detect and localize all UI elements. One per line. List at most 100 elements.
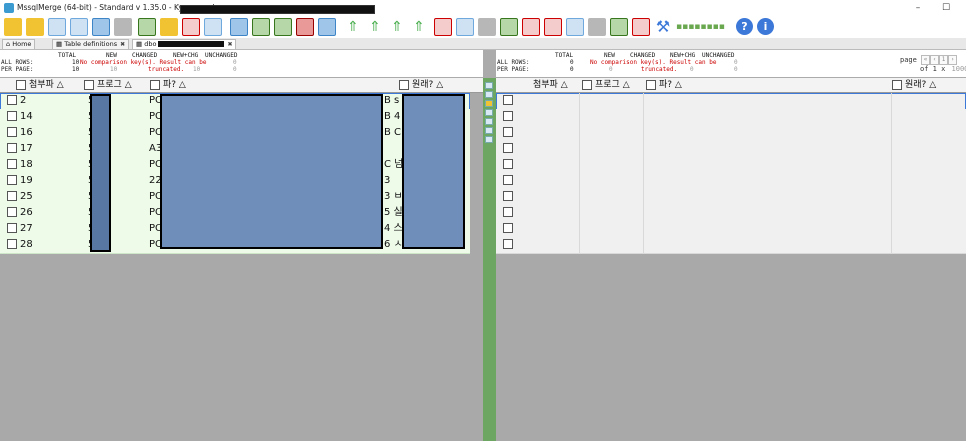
row-select-cell[interactable]: 16 bbox=[7, 125, 33, 141]
row-checkbox[interactable] bbox=[503, 223, 513, 233]
tab-home[interactable]: ⌂ Home bbox=[2, 39, 36, 49]
left-col-header-2[interactable]: 파? △ bbox=[150, 78, 186, 92]
table-row[interactable] bbox=[496, 173, 966, 190]
right-col-header-2[interactable]: 파? △ bbox=[646, 78, 682, 92]
grid-view-icon[interactable] bbox=[230, 18, 248, 36]
left-col-header-0[interactable]: 첨부파 △ bbox=[16, 78, 64, 92]
delete-right-icon[interactable] bbox=[632, 18, 650, 36]
row-select-cell[interactable]: 28 bbox=[7, 237, 33, 253]
row-select-cell[interactable]: 18 bbox=[7, 157, 33, 173]
row-checkbox[interactable] bbox=[503, 207, 513, 217]
row-select-cell[interactable] bbox=[503, 221, 516, 237]
row-checkbox[interactable] bbox=[503, 239, 513, 249]
open-compare-folder-icon[interactable] bbox=[26, 18, 44, 36]
table-row[interactable] bbox=[496, 93, 966, 110]
copy-doc-icon[interactable] bbox=[48, 18, 66, 36]
table-row[interactable] bbox=[496, 157, 966, 174]
header-checkbox[interactable] bbox=[892, 79, 902, 90]
table-row[interactable] bbox=[496, 141, 966, 158]
options-small-icon[interactable] bbox=[485, 127, 493, 134]
report-icon[interactable] bbox=[434, 18, 452, 36]
page-number-input[interactable]: 1 bbox=[939, 55, 949, 65]
grid-changed-icon[interactable] bbox=[274, 18, 292, 36]
page-icon[interactable] bbox=[456, 18, 474, 36]
header-checkbox[interactable] bbox=[150, 79, 160, 90]
row-select-cell[interactable] bbox=[503, 157, 516, 173]
row-checkbox[interactable] bbox=[503, 191, 513, 201]
row-checkbox[interactable] bbox=[7, 159, 17, 169]
row-select-cell[interactable] bbox=[503, 125, 516, 141]
grid-deleted-icon[interactable] bbox=[296, 18, 314, 36]
header-checkbox[interactable] bbox=[16, 79, 26, 90]
page-size-input[interactable]: 10000 bbox=[952, 65, 966, 73]
filter-small-icon[interactable] bbox=[485, 136, 493, 143]
row-select-cell[interactable] bbox=[503, 173, 516, 189]
right-col-header-3[interactable]: 원래? △ bbox=[892, 78, 936, 92]
row-select-cell[interactable]: 27 bbox=[7, 221, 33, 237]
table-row[interactable] bbox=[496, 221, 966, 238]
help-icon[interactable]: ? bbox=[736, 18, 753, 35]
row-checkbox[interactable] bbox=[7, 191, 17, 201]
sql-run-icon[interactable] bbox=[182, 18, 200, 36]
grid-small-icon[interactable] bbox=[485, 109, 493, 116]
header-checkbox[interactable] bbox=[646, 79, 656, 90]
copy-right-icon[interactable] bbox=[485, 91, 493, 98]
row-select-cell[interactable] bbox=[503, 141, 516, 157]
tab-table-definitions[interactable]: ▦ Table definitions ✖ bbox=[52, 39, 130, 49]
right-col-header-1[interactable]: 프로그 △ bbox=[582, 78, 630, 92]
row-checkbox[interactable] bbox=[503, 175, 513, 185]
text-small-icon[interactable] bbox=[485, 118, 493, 125]
tab-dbo[interactable]: ▦ dbo ✖ bbox=[132, 39, 237, 49]
report-left-icon[interactable] bbox=[544, 18, 562, 36]
header-checkbox[interactable] bbox=[399, 79, 409, 90]
settings-tools-icon[interactable]: ⚒ bbox=[654, 18, 672, 36]
row-select-cell[interactable] bbox=[503, 93, 516, 109]
grid-new-icon[interactable] bbox=[252, 18, 270, 36]
row-checkbox[interactable] bbox=[7, 239, 17, 249]
delete-icon[interactable] bbox=[522, 18, 540, 36]
next-page-button[interactable]: › bbox=[948, 55, 958, 65]
merge-right-icon[interactable]: ⇑ bbox=[366, 18, 384, 36]
sync-right-icon[interactable] bbox=[610, 18, 628, 36]
row-select-cell[interactable] bbox=[503, 109, 516, 125]
row-checkbox[interactable] bbox=[7, 127, 17, 137]
row-select-cell[interactable] bbox=[503, 189, 516, 205]
page-right-icon[interactable] bbox=[566, 18, 584, 36]
row-checkbox[interactable] bbox=[7, 143, 17, 153]
row-select-cell[interactable] bbox=[503, 237, 516, 253]
binoculars-icon[interactable] bbox=[114, 18, 132, 36]
close-icon[interactable]: ✖ bbox=[120, 41, 125, 48]
row-select-cell[interactable]: 2 bbox=[7, 93, 26, 109]
header-checkbox[interactable] bbox=[582, 79, 592, 90]
merge-up-icon[interactable]: ⇑ bbox=[344, 18, 362, 36]
column-options-icon[interactable]: ▪▪▪▪▪▪▪▪ bbox=[676, 18, 736, 36]
grid-all-icon[interactable] bbox=[318, 18, 336, 36]
save-right-icon[interactable] bbox=[588, 18, 606, 36]
table-row[interactable] bbox=[496, 205, 966, 222]
minimize-button[interactable]: – bbox=[906, 1, 930, 15]
row-checkbox[interactable] bbox=[503, 143, 513, 153]
table-doc-icon[interactable] bbox=[70, 18, 88, 36]
table-row[interactable] bbox=[496, 189, 966, 206]
header-checkbox[interactable] bbox=[84, 79, 94, 90]
row-select-cell[interactable]: 19 bbox=[7, 173, 33, 189]
maximize-button[interactable]: ☐ bbox=[934, 1, 958, 15]
sync-icon[interactable] bbox=[500, 18, 518, 36]
close-icon[interactable]: ✖ bbox=[227, 41, 232, 48]
table-row[interactable] bbox=[496, 109, 966, 126]
row-select-cell[interactable]: 14 bbox=[7, 109, 33, 125]
row-checkbox[interactable] bbox=[7, 223, 17, 233]
table-row[interactable] bbox=[496, 125, 966, 142]
row-checkbox[interactable] bbox=[503, 95, 513, 105]
row-checkbox[interactable] bbox=[7, 207, 17, 217]
row-checkbox[interactable] bbox=[7, 95, 17, 105]
table-row[interactable] bbox=[496, 237, 966, 254]
row-checkbox[interactable] bbox=[503, 127, 513, 137]
save-icon[interactable] bbox=[478, 18, 496, 36]
row-checkbox[interactable] bbox=[503, 111, 513, 121]
folder-small-icon[interactable] bbox=[485, 100, 493, 107]
open-folder-icon[interactable] bbox=[4, 18, 22, 36]
row-checkbox[interactable] bbox=[7, 175, 17, 185]
row-select-cell[interactable]: 17 bbox=[7, 141, 33, 157]
row-checkbox[interactable] bbox=[7, 111, 17, 121]
